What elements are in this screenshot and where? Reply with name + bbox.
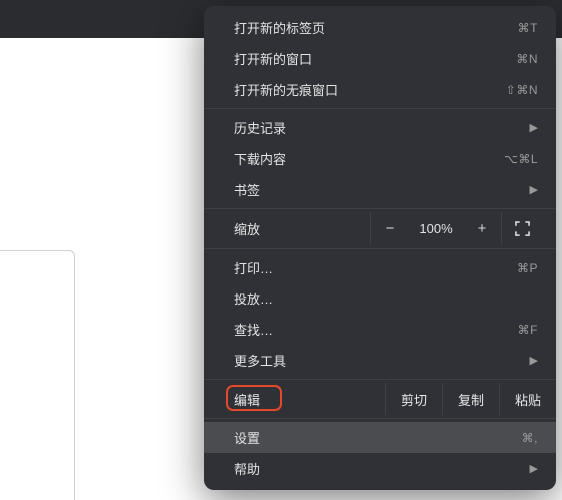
menu-label: 打开新的无痕窗口 bbox=[234, 80, 506, 99]
menu-label: 下载内容 bbox=[234, 149, 504, 168]
zoom-controls: − 100% + bbox=[370, 212, 542, 245]
menu-separator bbox=[204, 208, 556, 209]
menu-shortcut: ⌥⌘L bbox=[504, 152, 538, 166]
menu-label: 设置 bbox=[234, 428, 522, 447]
menu-shortcut: ⇧⌘N bbox=[506, 83, 538, 97]
menu-label: 历史记录 bbox=[234, 118, 526, 137]
fullscreen-button[interactable] bbox=[502, 212, 542, 245]
menu-history[interactable]: 历史记录 ▶ bbox=[204, 112, 556, 143]
menu-shortcut: ⌘N bbox=[516, 52, 538, 66]
menu-separator bbox=[204, 418, 556, 419]
edit-paste-button[interactable]: 粘贴 bbox=[499, 383, 556, 415]
menu-help[interactable]: 帮助 ▶ bbox=[204, 453, 556, 484]
zoom-out-button[interactable]: − bbox=[371, 212, 409, 245]
menu-edit: 编辑 剪切 复制 粘贴 bbox=[204, 383, 556, 415]
edit-cut-button[interactable]: 剪切 bbox=[385, 383, 442, 415]
menu-shortcut: ⌘P bbox=[517, 261, 538, 275]
menu-label: 书签 bbox=[234, 180, 526, 199]
chevron-right-icon: ▶ bbox=[530, 121, 538, 134]
chevron-right-icon: ▶ bbox=[530, 183, 538, 196]
zoom-in-button[interactable]: + bbox=[463, 212, 501, 245]
menu-bookmarks[interactable]: 书签 ▶ bbox=[204, 174, 556, 205]
menu-downloads[interactable]: 下载内容 ⌥⌘L bbox=[204, 143, 556, 174]
menu-label: 打开新的标签页 bbox=[234, 18, 518, 37]
menu-incognito[interactable]: 打开新的无痕窗口 ⇧⌘N bbox=[204, 74, 556, 105]
menu-label: 编辑 bbox=[234, 390, 385, 409]
menu-shortcut: ⌘F bbox=[518, 323, 538, 337]
menu-label: 帮助 bbox=[234, 459, 526, 478]
fullscreen-icon bbox=[515, 221, 530, 236]
menu-label: 打印… bbox=[234, 258, 517, 277]
menu-separator bbox=[204, 379, 556, 380]
zoom-value: 100% bbox=[409, 221, 463, 236]
menu-label: 更多工具 bbox=[234, 351, 526, 370]
page-background-panel bbox=[0, 250, 75, 500]
menu-label: 缩放 bbox=[234, 219, 370, 238]
menu-settings[interactable]: 设置 ⌘, bbox=[204, 422, 556, 453]
menu-shortcut: ⌘T bbox=[518, 21, 538, 35]
edit-copy-button[interactable]: 复制 bbox=[442, 383, 499, 415]
menu-label: 查找… bbox=[234, 320, 518, 339]
menu-label: 打开新的窗口 bbox=[234, 49, 516, 68]
menu-label: 投放… bbox=[234, 289, 538, 308]
menu-separator bbox=[204, 248, 556, 249]
chevron-right-icon: ▶ bbox=[530, 462, 538, 475]
menu-new-window[interactable]: 打开新的窗口 ⌘N bbox=[204, 43, 556, 74]
chevron-right-icon: ▶ bbox=[530, 354, 538, 367]
menu-shortcut: ⌘, bbox=[522, 431, 538, 445]
menu-new-tab[interactable]: 打开新的标签页 ⌘T bbox=[204, 12, 556, 43]
menu-zoom: 缩放 − 100% + bbox=[204, 212, 556, 245]
menu-separator bbox=[204, 108, 556, 109]
menu-more-tools[interactable]: 更多工具 ▶ bbox=[204, 345, 556, 376]
menu-cast[interactable]: 投放… bbox=[204, 283, 556, 314]
menu-find[interactable]: 查找… ⌘F bbox=[204, 314, 556, 345]
browser-main-menu: 打开新的标签页 ⌘T 打开新的窗口 ⌘N 打开新的无痕窗口 ⇧⌘N 历史记录 ▶… bbox=[204, 6, 556, 490]
menu-print[interactable]: 打印… ⌘P bbox=[204, 252, 556, 283]
